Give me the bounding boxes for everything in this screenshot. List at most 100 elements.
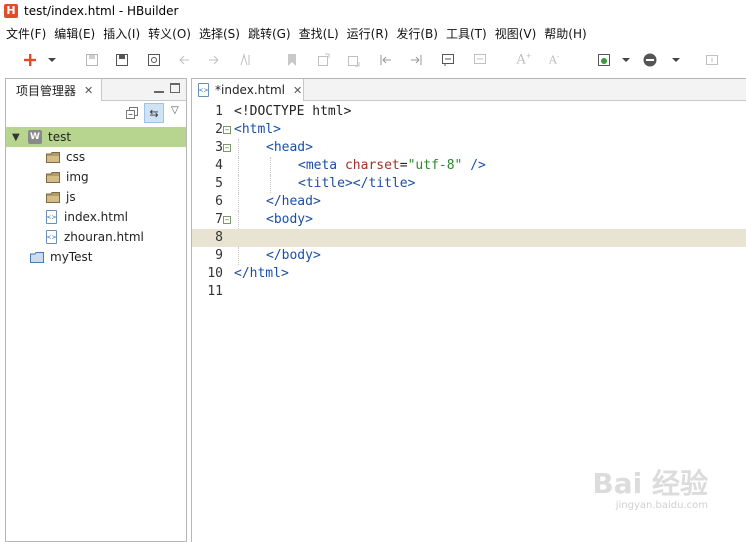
help-icon[interactable] bbox=[704, 52, 720, 68]
menu-run[interactable]: 运行(R) bbox=[343, 25, 393, 42]
toolbar: A+ A- bbox=[0, 44, 746, 76]
bookmark-icon[interactable] bbox=[284, 52, 300, 68]
code-line[interactable]: 8 bbox=[192, 229, 746, 247]
tree-item-label: zhouran.html bbox=[64, 230, 144, 244]
link-editor-icon[interactable]: ⇆ bbox=[144, 103, 164, 123]
prev-bookmark-icon[interactable] bbox=[316, 52, 332, 68]
menu-find[interactable]: 查找(L) bbox=[295, 25, 343, 42]
code-token: <head> bbox=[266, 140, 313, 155]
minimize-icon[interactable] bbox=[154, 83, 164, 93]
line-number: 8 bbox=[215, 230, 223, 245]
fold-toggle-icon[interactable]: − bbox=[223, 126, 231, 134]
menu-help[interactable]: 帮助(H) bbox=[540, 25, 590, 42]
code-line[interactable]: 5 <title></title> bbox=[192, 175, 746, 193]
indent-guide bbox=[238, 157, 239, 175]
menu-goto[interactable]: 跳转(G) bbox=[244, 25, 295, 42]
menu-view[interactable]: 视图(V) bbox=[491, 25, 541, 42]
code-line[interactable]: 4 <meta charset="utf-8" /> bbox=[192, 157, 746, 175]
watermark-logo-text: Bai 经验 bbox=[592, 467, 708, 500]
collapse-all-icon[interactable] bbox=[126, 107, 138, 119]
code-text: </head> bbox=[266, 193, 321, 211]
run-dropdown-chevron-icon[interactable] bbox=[618, 52, 634, 68]
line-number: 10 bbox=[207, 266, 223, 281]
menu-escape[interactable]: 转义(O) bbox=[144, 25, 195, 42]
code-line[interactable]: 3− <head> bbox=[192, 139, 746, 157]
chevron-down-icon[interactable]: ▼ bbox=[12, 132, 22, 143]
code-text: <!DOCTYPE html> bbox=[234, 103, 351, 121]
code-token: <title></title> bbox=[298, 176, 416, 191]
code-line[interactable]: 7− <body> bbox=[192, 211, 746, 229]
redo-icon[interactable] bbox=[206, 52, 222, 68]
new-icon[interactable] bbox=[22, 52, 38, 68]
goto-end-icon[interactable] bbox=[408, 52, 424, 68]
folder-icon bbox=[46, 151, 60, 163]
font-increase-icon[interactable]: A+ bbox=[516, 52, 532, 68]
code-line[interactable]: 6 </head> bbox=[192, 193, 746, 211]
editor-tab-label: *index.html bbox=[215, 83, 285, 97]
tree-item-test[interactable]: ▼ W test bbox=[6, 127, 186, 147]
line-number: 5 bbox=[215, 176, 223, 191]
tab-index-html[interactable]: <> *index.html ✕ bbox=[192, 79, 304, 101]
maximize-icon[interactable] bbox=[170, 83, 180, 93]
view-menu-chevron-icon[interactable]: ▽ bbox=[171, 105, 179, 116]
indent-guide bbox=[238, 247, 239, 265]
baidu-watermark: Bai 经验 jingyan.baidu.com bbox=[592, 462, 708, 511]
code-area[interactable]: 1 <!DOCTYPE html> 2− <html> 3− <head> 4 <meta c… bbox=[192, 103, 746, 301]
tree-item-img[interactable]: img bbox=[6, 167, 186, 187]
close-icon[interactable]: ✕ bbox=[84, 84, 93, 97]
comment-icon[interactable] bbox=[440, 52, 456, 68]
menu-insert[interactable]: 插入(I) bbox=[99, 25, 144, 42]
undo-icon[interactable] bbox=[176, 52, 192, 68]
tab-project-explorer-label: 项目管理器 bbox=[16, 83, 77, 98]
fold-toggle-icon[interactable]: − bbox=[223, 216, 231, 224]
menu-tools[interactable]: 工具(T) bbox=[442, 25, 491, 42]
run-icon[interactable] bbox=[596, 52, 612, 68]
fold-toggle-icon[interactable]: − bbox=[223, 144, 231, 152]
menu-file[interactable]: 文件(F) bbox=[0, 25, 50, 42]
folder-icon bbox=[46, 171, 60, 183]
save-all-icon[interactable] bbox=[114, 52, 130, 68]
code-token: </head> bbox=[266, 194, 321, 209]
font-decrease-icon[interactable]: A- bbox=[546, 52, 562, 68]
code-line[interactable]: 10 </html> bbox=[192, 265, 746, 283]
title-bar: H test/index.html - HBuilder bbox=[0, 0, 746, 22]
code-line[interactable]: 2− <html> bbox=[192, 121, 746, 139]
line-number: 9 bbox=[215, 248, 223, 263]
code-token: </body> bbox=[266, 248, 321, 263]
uncomment-icon[interactable] bbox=[472, 52, 488, 68]
line-number: 4 bbox=[215, 158, 223, 173]
tree-item-index-html[interactable]: <> index.html bbox=[6, 207, 186, 227]
tree-item-label: img bbox=[66, 170, 89, 184]
tree-item-js[interactable]: js bbox=[6, 187, 186, 207]
menu-edit[interactable]: 编辑(E) bbox=[50, 25, 99, 42]
next-bookmark-icon[interactable] bbox=[346, 52, 362, 68]
project-explorer-toolbar: ⇆ ▽ bbox=[6, 101, 186, 127]
save-icon[interactable] bbox=[84, 52, 100, 68]
tree-item-label: css bbox=[66, 150, 86, 164]
tree-item-label: test bbox=[48, 130, 72, 144]
tab-project-explorer[interactable]: 项目管理器 ✕ bbox=[6, 79, 102, 101]
project-tree: ▼ W test css img js <> index.html <> zho… bbox=[6, 127, 186, 267]
code-line[interactable]: 9 </body> bbox=[192, 247, 746, 265]
tree-item-zhouran-html[interactable]: <> zhouran.html bbox=[6, 227, 186, 247]
goto-start-icon[interactable] bbox=[378, 52, 394, 68]
code-line[interactable]: 11 bbox=[192, 283, 746, 301]
code-token: <body> bbox=[266, 212, 313, 227]
menu-publish[interactable]: 发行(B) bbox=[392, 25, 442, 42]
format-icon[interactable] bbox=[238, 52, 254, 68]
line-number: 1 bbox=[215, 104, 223, 119]
menu-select[interactable]: 选择(S) bbox=[195, 25, 244, 42]
browser-icon[interactable] bbox=[642, 52, 658, 68]
html-file-icon: <> bbox=[46, 230, 57, 244]
closed-project-icon bbox=[30, 251, 44, 263]
settings-icon[interactable] bbox=[146, 52, 162, 68]
code-line[interactable]: 1 <!DOCTYPE html> bbox=[192, 103, 746, 121]
project-explorer-panel: 项目管理器 ✕ ⇆ ▽ ▼ W test css img js <> index… bbox=[5, 78, 187, 542]
tree-item-css[interactable]: css bbox=[6, 147, 186, 167]
browser-dropdown-chevron-icon[interactable] bbox=[668, 52, 684, 68]
close-icon[interactable]: ✕ bbox=[293, 84, 302, 97]
tree-item-mytest[interactable]: myTest bbox=[6, 247, 186, 267]
new-dropdown-chevron-icon[interactable] bbox=[44, 52, 60, 68]
indent-guide bbox=[270, 175, 271, 193]
indent-guide bbox=[238, 175, 239, 193]
